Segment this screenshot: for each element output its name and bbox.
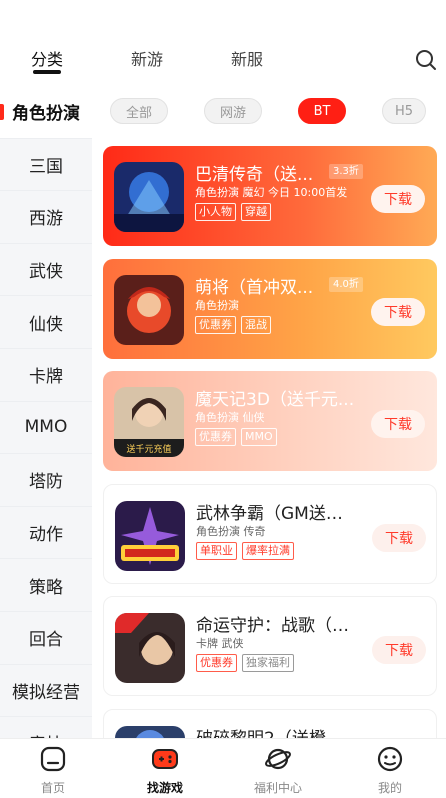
gamepad-icon	[152, 749, 178, 769]
sidebar-item-turn-based[interactable]: 回合	[0, 612, 92, 665]
nav-mine[interactable]: 我的	[345, 739, 435, 798]
game-tag: 优惠券	[196, 654, 237, 672]
download-button[interactable]: 下载	[371, 185, 425, 213]
game-tag: 混战	[241, 316, 271, 334]
game-card[interactable]: 武林争霸（GM送千... 角色扮演 传奇 单职业 爆率拉满 下载	[103, 484, 437, 584]
discount-badge: 4.0折	[329, 277, 363, 292]
game-thumbnail	[115, 726, 185, 738]
profile-icon	[377, 746, 403, 772]
game-name: 破碎黎明2（送橙色...	[196, 724, 356, 738]
nav-label: 福利中心	[253, 781, 302, 795]
game-thumbnail	[115, 613, 185, 683]
sidebar-item-action[interactable]: 动作	[0, 507, 92, 560]
game-card[interactable]: 送千元充值 魔天记3D（送千元... 角色扮演 仙侠 优惠券 MMO 下载	[103, 371, 437, 471]
tab-category[interactable]: 分类	[31, 46, 63, 70]
filter-chip-all[interactable]: 全部	[110, 98, 168, 124]
filter-chip-row: 全部 网游 BT H5	[110, 98, 430, 126]
game-thumbnail	[115, 501, 185, 571]
game-tag: MMO	[241, 428, 277, 446]
sidebar-item-card[interactable]: 卡牌	[0, 349, 92, 402]
game-thumbnail	[114, 275, 184, 345]
planet-icon	[265, 748, 291, 770]
sidebar-item-simulation[interactable]: 模拟经营	[0, 665, 92, 718]
sidebar-item-wuxia[interactable]: 武侠	[0, 244, 92, 297]
sidebar-item-xianxia[interactable]: 仙侠	[0, 296, 92, 349]
game-name: 魔天记3D（送千元...	[195, 390, 355, 410]
game-tags: 优惠券 独家福利	[196, 654, 294, 672]
category-sidebar: 角色扮演 三国 西游 武侠 仙侠 卡牌 MMO 塔防 动作 策略 回合 模拟经营…	[0, 86, 92, 738]
search-button[interactable]	[414, 48, 438, 72]
game-categories: 角色扮演 仙侠	[195, 411, 265, 424]
game-tag: 小人物	[195, 203, 236, 221]
filter-chip-online[interactable]: 网游	[204, 98, 262, 124]
download-button[interactable]: 下载	[372, 524, 426, 552]
active-tab-indicator	[33, 70, 61, 74]
nav-home[interactable]: 首页	[8, 739, 98, 798]
sidebar-item-mmo[interactable]: MMO	[0, 402, 92, 455]
bottom-nav-bar: 首页 找游戏 福利中心 我的	[0, 738, 446, 798]
svg-text:送千元充值: 送千元充值	[126, 443, 171, 455]
game-card[interactable]: 破碎黎明2（送橙色...	[103, 709, 437, 738]
download-button[interactable]: 下载	[372, 636, 426, 664]
game-tag: 单职业	[196, 542, 237, 560]
sidebar-item-strategy[interactable]: 策略	[0, 559, 92, 612]
download-button[interactable]: 下载	[371, 298, 425, 326]
filter-chip-h5[interactable]: H5	[382, 98, 426, 124]
game-list: 巴清传奇（送... 3.3折 角色扮演 魔幻 今日 10:00首发 小人物 穿越…	[103, 144, 437, 738]
game-card[interactable]: 萌将（首冲双... 4.0折 角色扮演 优惠券 混战 下载	[103, 259, 437, 359]
top-tab-bar: 分类 新游 新服	[0, 0, 446, 86]
game-tag: 优惠券	[195, 316, 236, 334]
nav-find-games[interactable]: 找游戏	[120, 739, 210, 798]
search-icon	[416, 50, 436, 70]
tab-new-games[interactable]: 新游	[131, 46, 163, 70]
download-button[interactable]: 下载	[371, 410, 425, 438]
tab-new-servers[interactable]: 新服	[231, 46, 263, 70]
game-categories: 角色扮演 传奇	[196, 525, 266, 538]
nav-label: 首页	[40, 781, 65, 795]
sidebar-item-tower-defense[interactable]: 塔防	[0, 454, 92, 507]
game-tags: 优惠券 混战	[195, 316, 271, 334]
game-thumbnail	[114, 162, 184, 232]
sidebar-item-competitive[interactable]: 竞技	[0, 717, 92, 738]
game-tag: 独家福利	[242, 654, 294, 672]
nav-label: 我的	[377, 781, 402, 795]
game-card[interactable]: 命运守护：战歌（无... 卡牌 武侠 优惠券 独家福利 下载	[103, 596, 437, 696]
game-card[interactable]: 巴清传奇（送... 3.3折 角色扮演 魔幻 今日 10:00首发 小人物 穿越…	[103, 146, 437, 246]
game-tags: 小人物 穿越	[195, 203, 271, 221]
game-tag: 穿越	[241, 203, 271, 221]
game-tag: 爆率拉满	[242, 542, 294, 560]
discount-badge: 3.3折	[329, 164, 363, 179]
game-name: 命运守护：战歌（无...	[196, 616, 356, 636]
sidebar-item-three-kingdoms[interactable]: 三国	[0, 139, 92, 192]
game-tags: 单职业 爆率拉满	[196, 542, 294, 560]
sidebar-item-role-playing[interactable]: 角色扮演	[0, 86, 92, 139]
sidebar-item-journey-west[interactable]: 西游	[0, 191, 92, 244]
nav-welfare-center[interactable]: 福利中心	[233, 739, 323, 798]
nav-label: 找游戏	[146, 781, 183, 795]
game-tags: 优惠券 MMO	[195, 428, 277, 446]
filter-chip-bt[interactable]: BT	[298, 98, 346, 124]
game-categories: 角色扮演	[195, 299, 239, 312]
game-categories: 卡牌 武侠	[196, 637, 244, 650]
home-icon	[40, 746, 66, 772]
game-thumbnail: 送千元充值	[114, 387, 184, 457]
game-categories: 角色扮演 魔幻 今日 10:00首发	[195, 186, 348, 199]
game-name: 武林争霸（GM送千...	[196, 504, 356, 524]
game-tag: 优惠券	[195, 428, 236, 446]
